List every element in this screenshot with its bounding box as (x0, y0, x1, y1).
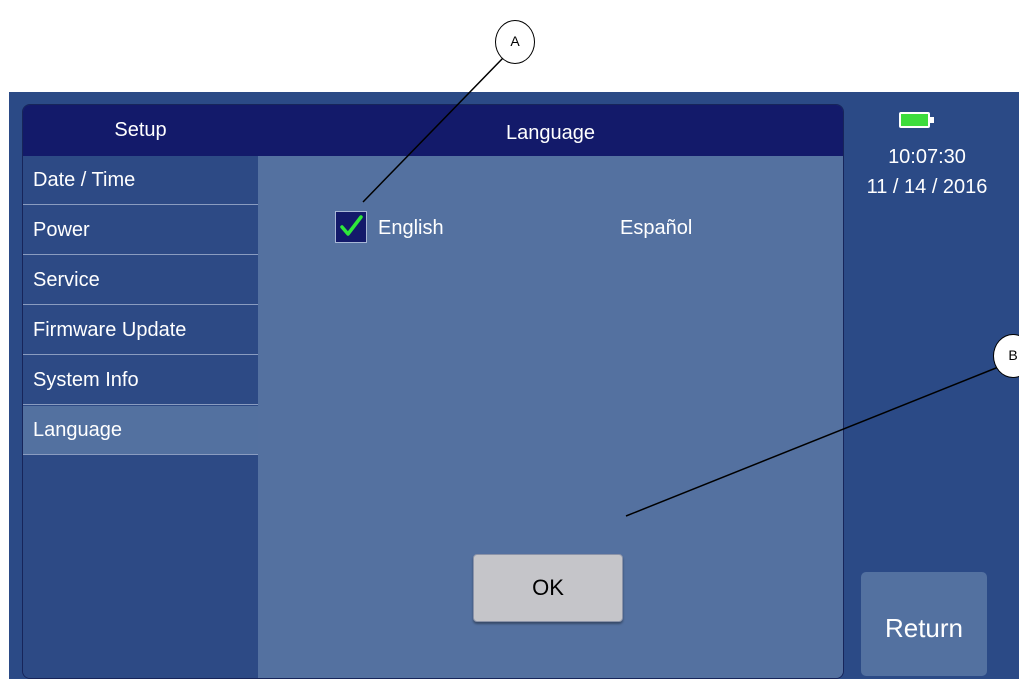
callout-leaders (362, 57, 1002, 517)
callout-b-leader (625, 365, 1002, 517)
callout-a-leader (362, 57, 504, 203)
callout-a: A (495, 20, 535, 64)
